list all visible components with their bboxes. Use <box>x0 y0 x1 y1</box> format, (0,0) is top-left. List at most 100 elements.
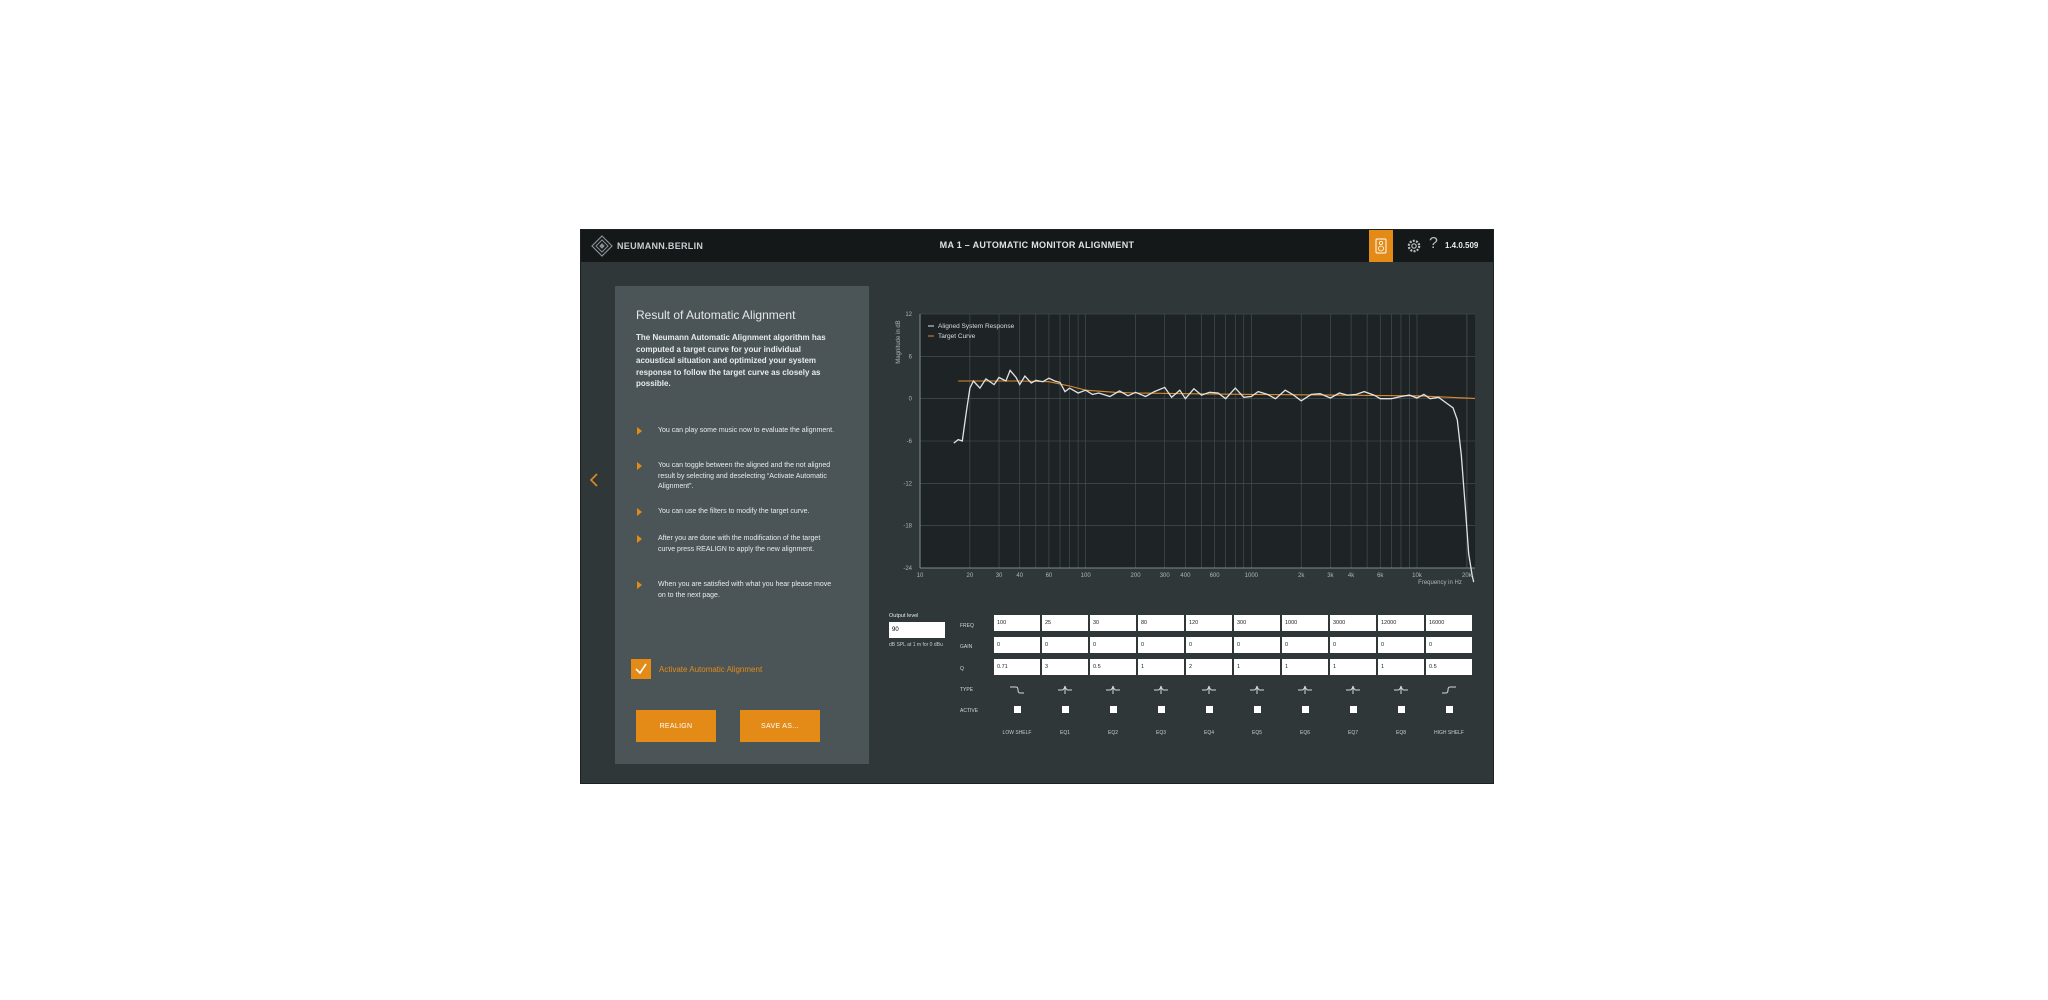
app-title: MA 1 – AUTOMATIC MONITOR ALIGNMENT <box>939 240 1135 250</box>
eq-active-checkbox[interactable] <box>1254 706 1261 713</box>
activate-alignment-row[interactable]: Activate Automatic Alignment <box>631 659 762 679</box>
eq-band-name: EQ5 <box>1251 730 1262 736</box>
y-tick-label: 6 <box>909 354 913 360</box>
eq-active-checkbox[interactable] <box>1110 706 1117 713</box>
legend-label: Target Curve <box>938 333 976 340</box>
eq-active-checkbox[interactable] <box>1014 706 1021 713</box>
eq-gain-input[interactable]: 0 <box>1186 637 1232 653</box>
gear-icon[interactable] <box>1407 239 1421 253</box>
eq-band-name: EQ6 <box>1299 730 1310 736</box>
eq-q-input[interactable]: 1 <box>1138 659 1184 675</box>
eq-q-input[interactable]: 3 <box>1042 659 1088 675</box>
peak-icon[interactable] <box>1393 684 1409 696</box>
peak-icon[interactable] <box>1057 684 1073 696</box>
high-shelf-icon[interactable] <box>1441 684 1457 696</box>
output-level-input[interactable]: 90 <box>889 622 945 638</box>
eq-q-input[interactable]: 1 <box>1282 659 1328 675</box>
eq-active-checkbox[interactable] <box>1062 706 1069 713</box>
bullet-item: You can play some music now to evaluate … <box>637 426 837 437</box>
bullet-item: You can toggle between the aligned and t… <box>637 461 837 493</box>
app-window: NEUMANN.BERLIN MA 1 – AUTOMATIC MONITOR … <box>580 229 1494 784</box>
realign-button[interactable]: REALIGN <box>636 710 716 742</box>
eq-freq-input[interactable]: 100 <box>994 615 1040 631</box>
low-shelf-icon[interactable] <box>1009 684 1025 696</box>
eq-q-input[interactable]: 1 <box>1330 659 1376 675</box>
eq-active-checkbox[interactable] <box>1350 706 1357 713</box>
eq-freq-input[interactable]: 25 <box>1042 615 1088 631</box>
activate-alignment-checkbox[interactable] <box>631 659 651 679</box>
peak-icon[interactable] <box>1249 684 1265 696</box>
eq-active-checkbox[interactable] <box>1446 706 1453 713</box>
row-label-q: Q <box>960 666 964 672</box>
eq-q-input[interactable]: 0.71 <box>994 659 1040 675</box>
x-tick-label: 1000 <box>1245 573 1259 579</box>
eq-band-name: EQ8 <box>1395 730 1406 736</box>
output-level-label: Output level <box>889 613 919 619</box>
eq-q-input[interactable]: 2 <box>1186 659 1232 675</box>
x-axis-label: Frequency in Hz <box>1418 580 1462 586</box>
bullet-text: You can play some music now to evaluate … <box>658 427 835 434</box>
speaker-tab[interactable] <box>1369 230 1393 262</box>
peak-icon[interactable] <box>1153 684 1169 696</box>
eq-q-input[interactable]: 0.5 <box>1426 659 1472 675</box>
peak-icon[interactable] <box>1201 684 1217 696</box>
eq-freq-input[interactable]: 3000 <box>1330 615 1376 631</box>
bullet-arrow-icon <box>637 581 642 589</box>
eq-gain-input[interactable]: 0 <box>1138 637 1184 653</box>
row-label-type: TYPE <box>960 687 974 693</box>
eq-active-checkbox[interactable] <box>1158 706 1165 713</box>
eq-active-checkbox[interactable] <box>1302 706 1309 713</box>
frequency-response-chart: 1260-6-12-18-2410 20 30 40 60 100 200 300 400 600… <box>896 312 1475 586</box>
top-bar: NEUMANN.BERLIN MA 1 – AUTOMATIC MONITOR … <box>581 230 1493 262</box>
x-tick-label: 10 <box>917 573 924 579</box>
x-tick-label: 600 <box>1210 573 1221 579</box>
peak-icon[interactable] <box>1105 684 1121 696</box>
peak-icon[interactable] <box>1297 684 1313 696</box>
eq-freq-input[interactable]: 12000 <box>1378 615 1424 631</box>
eq-freq-input[interactable]: 80 <box>1138 615 1184 631</box>
eq-active-checkbox[interactable] <box>1398 706 1405 713</box>
x-tick-label: 400 <box>1180 573 1191 579</box>
x-tick-label: 300 <box>1160 573 1171 579</box>
eq-active-checkbox[interactable] <box>1206 706 1213 713</box>
y-tick-label: -18 <box>903 524 912 530</box>
x-tick-label: 100 <box>1081 573 1092 579</box>
eq-q-input[interactable]: 1 <box>1378 659 1424 675</box>
save-as-button[interactable]: SAVE AS... <box>740 710 820 742</box>
y-tick-label: -6 <box>907 439 913 445</box>
eq-q-input[interactable]: 1 <box>1234 659 1280 675</box>
bullet-text: You can use the filters to modify the ta… <box>658 508 810 515</box>
eq-gain-input[interactable]: 0 <box>1330 637 1376 653</box>
eq-freq-input[interactable]: 30 <box>1090 615 1136 631</box>
help-icon[interactable]: ? <box>1429 235 1438 253</box>
eq-gain-input[interactable]: 0 <box>1378 637 1424 653</box>
eq-gain-input[interactable]: 0 <box>1426 637 1472 653</box>
eq-q-input[interactable]: 0.5 <box>1090 659 1136 675</box>
bullet-text: When you are satisfied with what you hea… <box>658 581 832 599</box>
panel-title: Result of Automatic Alignment <box>636 308 796 322</box>
eq-gain-input[interactable]: 0 <box>1282 637 1328 653</box>
legend-label: Aligned System Response <box>938 323 1015 330</box>
y-tick-label: 12 <box>905 312 912 318</box>
eq-gain-input[interactable]: 0 <box>1042 637 1088 653</box>
eq-gain-input[interactable]: 0 <box>1090 637 1136 653</box>
eq-freq-input[interactable]: 16000 <box>1426 615 1472 631</box>
result-panel: Result of Automatic Alignment The Neuman… <box>615 286 869 764</box>
x-tick-label: 2k <box>1298 573 1305 579</box>
x-tick-label: 200 <box>1131 573 1142 579</box>
eq-freq-input[interactable]: 300 <box>1234 615 1280 631</box>
x-tick-label: 30 <box>996 573 1003 579</box>
eq-gain-input[interactable]: 0 <box>1234 637 1280 653</box>
x-tick-label: 40 <box>1016 573 1023 579</box>
output-level-unit: dB SPL at 1 m for 0 dBu <box>889 642 943 648</box>
eq-freq-input[interactable]: 120 <box>1186 615 1232 631</box>
back-arrow-icon[interactable] <box>588 470 600 490</box>
speaker-icon <box>1375 238 1387 254</box>
peak-icon[interactable] <box>1345 684 1361 696</box>
version-label: 1.4.0.509 <box>1445 241 1479 250</box>
eq-gain-input[interactable]: 0 <box>994 637 1040 653</box>
eq-band-name: EQ4 <box>1203 730 1214 736</box>
x-tick-label: 4k <box>1348 573 1355 579</box>
eq-freq-input[interactable]: 1000 <box>1282 615 1328 631</box>
bullet-arrow-icon <box>637 535 642 543</box>
